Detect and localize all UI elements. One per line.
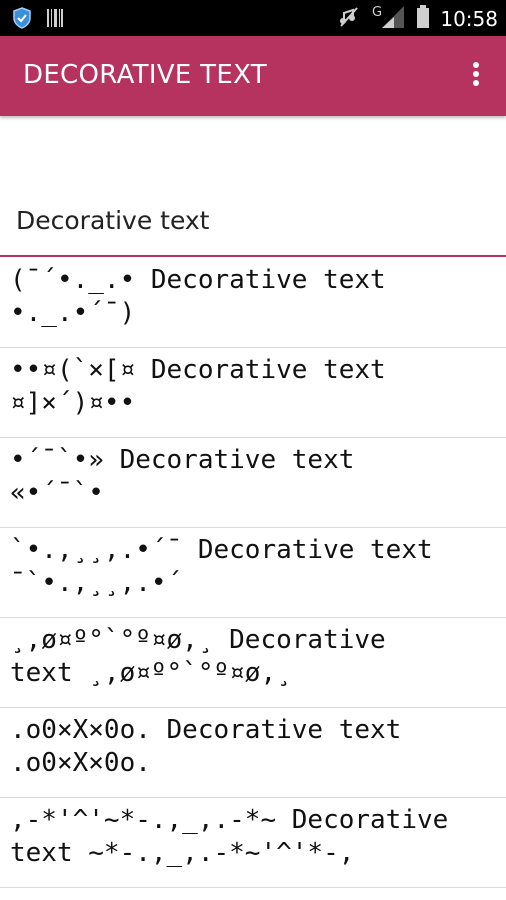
clock: 10:58 (440, 7, 498, 31)
list-item[interactable]: ••¤(`×[¤ Decorative text ¤]×´)¤•• (0, 348, 506, 438)
overflow-menu-icon[interactable] (464, 60, 488, 92)
decorated-text: ¸,ø¤º°`°º¤ø,¸ Decorative text ¸,ø¤º°`°º¤… (10, 625, 386, 688)
list-item[interactable]: .o0×X×0o. Decorative text .o0×X×0o. (0, 708, 506, 798)
decorative-text-input[interactable] (16, 200, 490, 240)
app-bar: DECORATIVE TEXT (0, 36, 506, 116)
signal-icon: G (370, 4, 406, 34)
svg-text:G: G (372, 5, 382, 20)
input-underline (0, 255, 506, 257)
decorated-text: ,-*'^'~*-.,_,.-*~ Decorative text ~*-.,_… (10, 805, 449, 868)
list-item[interactable]: `•.,¸¸,.•´¯ Decorative text ¯`•.,¸¸,.•´ (0, 528, 506, 618)
shield-icon (12, 7, 32, 33)
decorated-text: ••¤(`×[¤ Decorative text ¤]×´)¤•• (10, 355, 386, 418)
status-bar: G 10:58 (0, 0, 506, 36)
decorated-text: `•.,¸¸,.•´¯ Decorative text ¯`•.,¸¸,.•´ (10, 535, 433, 598)
list-item[interactable]: ¸,ø¤º°`°º¤ø,¸ Decorative text ¸,ø¤º°`°º¤… (0, 618, 506, 708)
decorated-text: .o0×X×0o. Decorative text .o0×X×0o. (10, 715, 402, 778)
list-item[interactable]: •´¯`•» Decorative text «•´¯`• (0, 438, 506, 528)
decorated-text: (¯´•._.• Decorative text •._.•´¯) (10, 265, 386, 328)
list-item[interactable]: (¯´•._.• Decorative text •._.•´¯) (0, 258, 506, 348)
decorative-text-list: (¯´•._.• Decorative text •._.•´¯) ••¤(`×[… (0, 258, 506, 888)
barcode-icon (46, 8, 64, 32)
app-title: DECORATIVE TEXT (23, 60, 267, 90)
decorative-text-input-wrapper (0, 200, 506, 258)
mute-icon (338, 5, 360, 33)
list-item[interactable]: ,-*'^'~*-.,_,.-*~ Decorative text ~*-.,_… (0, 798, 506, 888)
battery-icon (416, 5, 430, 33)
decorated-text: •´¯`•» Decorative text «•´¯`• (10, 445, 355, 508)
